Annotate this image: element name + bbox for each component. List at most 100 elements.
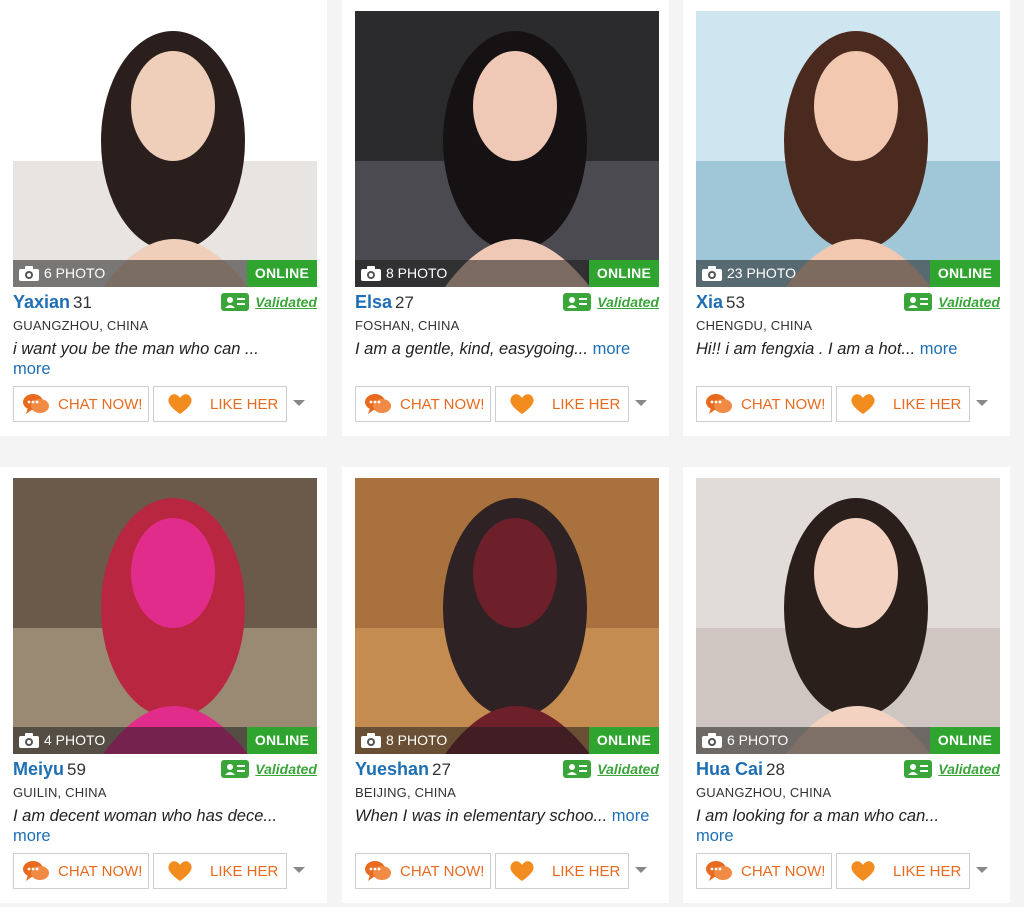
more-link[interactable]: more bbox=[696, 827, 734, 845]
like-her-button[interactable]: LIKE HER bbox=[153, 853, 287, 889]
profile-name[interactable]: Xia bbox=[696, 292, 723, 312]
photo-count[interactable]: 8 PHOTO bbox=[361, 260, 447, 287]
like-her-label: LIKE HER bbox=[210, 395, 279, 413]
profile-age: 27 bbox=[395, 293, 414, 312]
profile-card: 23 PHOTO ONLINE Xia 53 Validated CHENGDU… bbox=[683, 0, 1010, 436]
profile-photo[interactable]: 23 PHOTO ONLINE bbox=[696, 11, 1000, 287]
photo-count[interactable]: 8 PHOTO bbox=[361, 727, 447, 754]
id-card-icon bbox=[563, 293, 592, 311]
profile-name[interactable]: Yueshan bbox=[355, 759, 429, 779]
photo-image bbox=[13, 478, 317, 754]
more-link[interactable]: more bbox=[920, 340, 958, 358]
id-card-icon bbox=[221, 293, 250, 311]
validated-label: Validated bbox=[938, 294, 1000, 310]
profile-location: FOSHAN, CHINA bbox=[355, 318, 460, 333]
profile-location: GUANGZHOU, CHINA bbox=[696, 785, 832, 800]
photo-count[interactable]: 6 PHOTO bbox=[702, 727, 788, 754]
chat-now-button[interactable]: CHAT NOW! bbox=[696, 853, 832, 889]
profile-card: 8 PHOTO ONLINE Yueshan 27 Validated BEIJ… bbox=[342, 467, 669, 903]
profile-name[interactable]: Yaxian bbox=[13, 292, 70, 312]
profile-photo[interactable]: 6 PHOTO ONLINE bbox=[13, 11, 317, 287]
photo-count[interactable]: 23 PHOTO bbox=[702, 260, 796, 287]
chevron-down-icon[interactable] bbox=[292, 398, 306, 408]
profile-name[interactable]: Meiyu bbox=[13, 759, 64, 779]
profile-photo[interactable]: 6 PHOTO ONLINE bbox=[696, 478, 1000, 754]
validated-badge[interactable]: Validated bbox=[563, 293, 659, 311]
chat-bubble-icon bbox=[706, 394, 732, 414]
validated-label: Validated bbox=[255, 761, 317, 777]
chat-now-label: CHAT NOW! bbox=[400, 862, 485, 880]
chat-now-button[interactable]: CHAT NOW! bbox=[355, 853, 491, 889]
like-her-button[interactable]: LIKE HER bbox=[836, 853, 970, 889]
like-her-button[interactable]: LIKE HER bbox=[495, 853, 629, 889]
profile-card: 8 PHOTO ONLINE Elsa 27 Validated FOSHAN,… bbox=[342, 0, 669, 436]
profile-bio: Hi!! i am fengxia . I am a hot... more bbox=[696, 339, 996, 359]
photo-info-bar: 6 PHOTO ONLINE bbox=[13, 260, 317, 287]
validated-badge[interactable]: Validated bbox=[221, 760, 317, 778]
photo-image bbox=[13, 11, 317, 287]
profile-location: GUILIN, CHINA bbox=[13, 785, 107, 800]
chat-bubble-icon bbox=[23, 861, 49, 881]
chat-now-button[interactable]: CHAT NOW! bbox=[13, 853, 149, 889]
chevron-down-icon[interactable] bbox=[292, 865, 306, 875]
chat-bubble-icon bbox=[365, 861, 391, 881]
like-her-button[interactable]: LIKE HER bbox=[495, 386, 629, 422]
like-her-button[interactable]: LIKE HER bbox=[153, 386, 287, 422]
camera-icon bbox=[19, 266, 39, 281]
more-link[interactable]: more bbox=[13, 360, 51, 378]
heart-icon bbox=[510, 861, 534, 881]
heart-icon bbox=[851, 861, 875, 881]
profile-name[interactable]: Hua Cai bbox=[696, 759, 763, 779]
validated-badge[interactable]: Validated bbox=[563, 760, 659, 778]
chevron-down-icon[interactable] bbox=[634, 865, 648, 875]
profile-location: BEIJING, CHINA bbox=[355, 785, 457, 800]
profile-photo[interactable]: 8 PHOTO ONLINE bbox=[355, 11, 659, 287]
profile-age: 31 bbox=[73, 293, 92, 312]
validated-badge[interactable]: Validated bbox=[221, 293, 317, 311]
profile-location: GUANGZHOU, CHINA bbox=[13, 318, 149, 333]
profile-photo[interactable]: 8 PHOTO ONLINE bbox=[355, 478, 659, 754]
profile-age: 59 bbox=[67, 760, 86, 779]
profile-location: CHENGDU, CHINA bbox=[696, 318, 813, 333]
bio-text: i want you be the man who can ... bbox=[13, 340, 259, 358]
photo-count-label: 6 PHOTO bbox=[727, 732, 789, 748]
validated-badge[interactable]: Validated bbox=[904, 760, 1000, 778]
photo-count-label: 8 PHOTO bbox=[386, 732, 448, 748]
profile-bio: I am looking for a man who can... more bbox=[696, 806, 996, 846]
photo-info-bar: 8 PHOTO ONLINE bbox=[355, 727, 659, 754]
heart-icon bbox=[168, 861, 192, 881]
chevron-down-icon[interactable] bbox=[975, 398, 989, 408]
chevron-down-icon[interactable] bbox=[634, 398, 648, 408]
more-link[interactable]: more bbox=[13, 827, 51, 845]
chat-now-button[interactable]: CHAT NOW! bbox=[355, 386, 491, 422]
like-her-label: LIKE HER bbox=[552, 862, 621, 880]
id-card-icon bbox=[221, 760, 250, 778]
profile-bio: i want you be the man who can ... more bbox=[13, 339, 313, 379]
id-card-icon bbox=[904, 760, 933, 778]
like-her-button[interactable]: LIKE HER bbox=[836, 386, 970, 422]
online-badge: ONLINE bbox=[929, 260, 1000, 287]
camera-icon bbox=[361, 266, 381, 281]
camera-icon bbox=[702, 733, 722, 748]
online-badge: ONLINE bbox=[588, 260, 659, 287]
chevron-down-icon[interactable] bbox=[975, 865, 989, 875]
photo-count[interactable]: 6 PHOTO bbox=[19, 260, 105, 287]
profile-card: 6 PHOTO ONLINE Yaxian 31 Validated GUANG… bbox=[0, 0, 327, 436]
profile-name[interactable]: Elsa bbox=[355, 292, 392, 312]
name-row: Yueshan 27 Validated bbox=[355, 757, 659, 781]
chat-now-button[interactable]: CHAT NOW! bbox=[696, 386, 832, 422]
chat-now-label: CHAT NOW! bbox=[58, 862, 143, 880]
bio-text: Hi!! i am fengxia . I am a hot... bbox=[696, 340, 916, 358]
validated-badge[interactable]: Validated bbox=[904, 293, 1000, 311]
heart-icon bbox=[851, 394, 875, 414]
more-link[interactable]: more bbox=[593, 340, 631, 358]
name-row: Hua Cai 28 Validated bbox=[696, 757, 1000, 781]
like-her-label: LIKE HER bbox=[893, 862, 962, 880]
chat-bubble-icon bbox=[23, 394, 49, 414]
online-badge: ONLINE bbox=[246, 727, 317, 754]
photo-count[interactable]: 4 PHOTO bbox=[19, 727, 105, 754]
more-link[interactable]: more bbox=[612, 807, 650, 825]
validated-label: Validated bbox=[255, 294, 317, 310]
chat-now-button[interactable]: CHAT NOW! bbox=[13, 386, 149, 422]
profile-photo[interactable]: 4 PHOTO ONLINE bbox=[13, 478, 317, 754]
